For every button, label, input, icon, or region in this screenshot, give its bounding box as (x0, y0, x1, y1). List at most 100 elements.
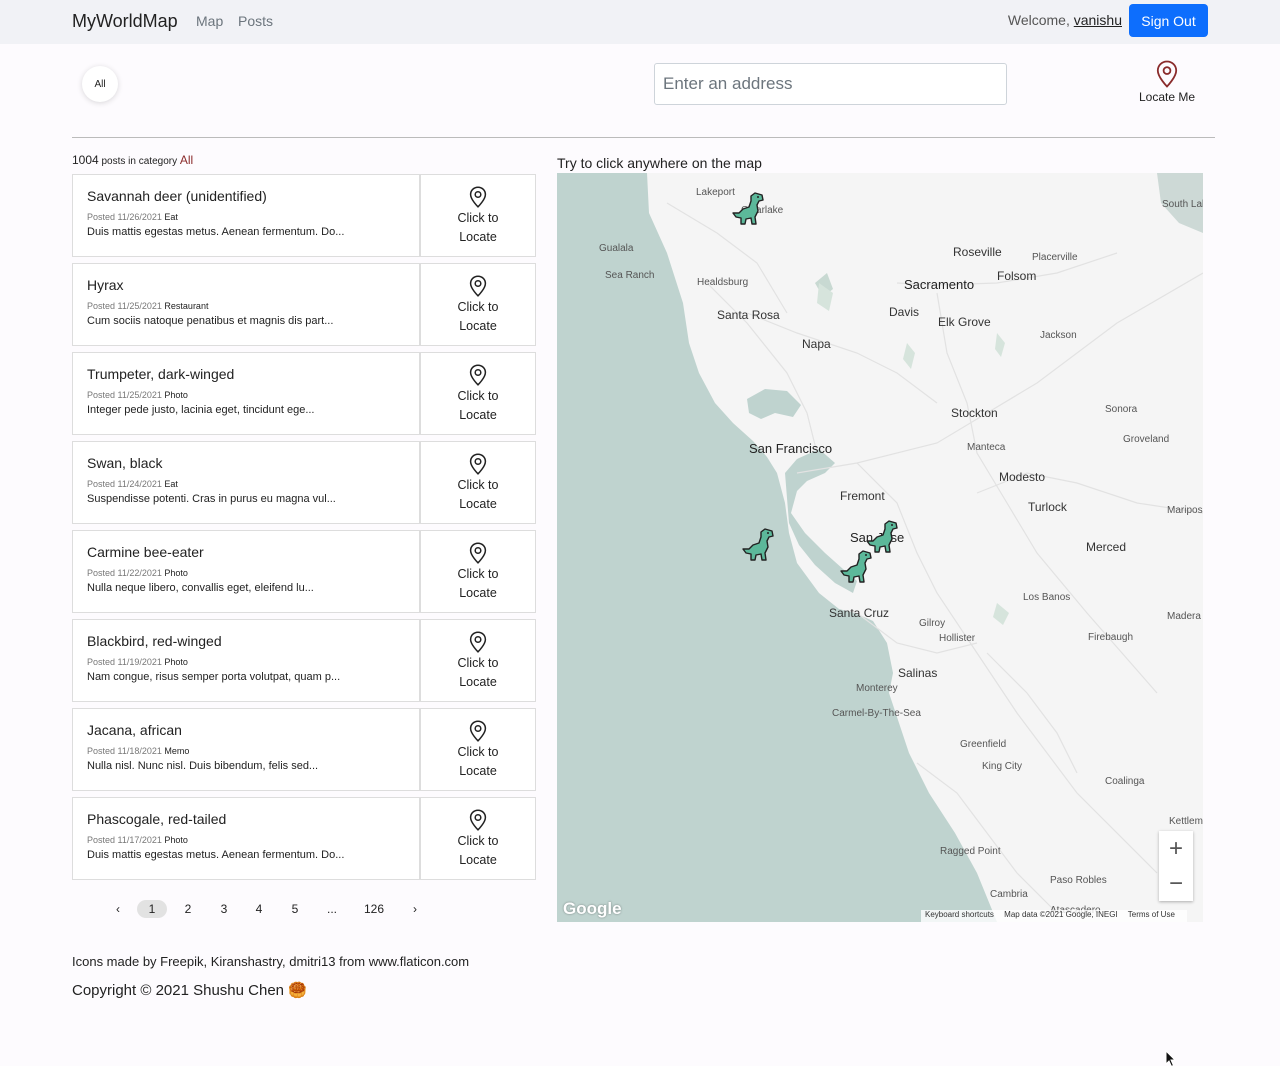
map-attribution: Keyboard shortcuts Map data ©2021 Google… (921, 910, 1187, 922)
terms-of-use-link[interactable]: Terms of Use (1128, 910, 1175, 919)
map-label: Healdsburg (697, 277, 749, 288)
post-description: Nulla nisl. Nunc nisl. Duis bibendum, fe… (87, 760, 319, 772)
map-pin-icon (469, 364, 487, 386)
click-to-locate-button[interactable]: Click to Locate (420, 530, 536, 613)
post-category: Photo (164, 835, 188, 845)
post-date: Posted 11/25/2021 (87, 390, 162, 400)
map-label: Coalinga (1105, 776, 1145, 787)
post-description: Suspendisse potenti. Cras in purus eu ma… (87, 493, 336, 505)
locate-label-line1: Click to (457, 300, 499, 314)
post-card[interactable]: Trumpeter, dark-winged Posted 11/25/2021 … (72, 352, 536, 435)
post-title: Savannah deer (unidentified) (87, 188, 267, 204)
map-label: Mariposa (1167, 505, 1203, 516)
map-label: Monterey (856, 683, 898, 694)
divider (72, 137, 1215, 138)
post-card[interactable]: Phascogale, red-tailed Posted 11/17/2021 … (72, 797, 536, 880)
post-title: Blackbird, red-winged (87, 633, 222, 649)
dinosaur-marker-icon[interactable] (839, 549, 875, 585)
post-card[interactable]: Swan, black Posted 11/24/2021 Eat Suspendi… (72, 441, 536, 524)
pagination-page-5[interactable]: 5 (287, 900, 303, 918)
pagination-prev[interactable]: ‹ (110, 900, 126, 918)
pagination-page-3[interactable]: 3 (216, 900, 232, 918)
map-label: Gualala (599, 243, 634, 254)
post-category: Photo (164, 568, 188, 578)
post-date: Posted 11/22/2021 (87, 568, 162, 578)
post-card[interactable]: Savannah deer (unidentified) Posted 11/26… (72, 174, 536, 257)
post-body[interactable]: Swan, black Posted 11/24/2021 Eat Suspendi… (72, 441, 420, 524)
zoom-out-button[interactable]: − (1159, 866, 1193, 901)
map-label: Salinas (898, 666, 938, 680)
map-label: Turlock (1028, 500, 1067, 514)
locate-label-line2: Locate (459, 675, 497, 689)
locate-me-label: Locate Me (1138, 90, 1196, 104)
map-label: Santa Cruz (829, 606, 890, 620)
pagination-page-1[interactable]: 1 (137, 900, 167, 918)
post-card[interactable]: Blackbird, red-winged Posted 11/19/2021 P… (72, 619, 536, 702)
locate-label-line2: Locate (459, 319, 497, 333)
map-label: Santa Rosa (717, 308, 780, 322)
post-card[interactable]: Hyrax Posted 11/25/2021 Restaurant Cum soc… (72, 263, 536, 346)
map-pin-icon (469, 186, 487, 208)
sign-out-button[interactable]: Sign Out (1129, 4, 1208, 37)
post-card[interactable]: Jacana, african Posted 11/18/2021 Memo Nul… (72, 708, 536, 791)
click-to-locate-button[interactable]: Click to Locate (420, 708, 536, 791)
map-pin-icon (1156, 60, 1178, 88)
locate-label-line1: Click to (457, 478, 499, 492)
dinosaur-marker-icon[interactable] (741, 527, 777, 563)
map-label: Hollister (939, 633, 976, 644)
locate-label-line2: Locate (459, 853, 497, 867)
zoom-in-button[interactable]: + (1159, 831, 1193, 866)
click-to-locate-button[interactable]: Click to Locate (420, 797, 536, 880)
post-body[interactable]: Carmine bee-eater Posted 11/22/2021 Photo… (72, 530, 420, 613)
click-to-locate-button[interactable]: Click to Locate (420, 441, 536, 524)
map-label: Sea Ranch (605, 270, 655, 281)
brand-logo[interactable]: MyWorldMap (72, 11, 178, 32)
map-label: Napa (802, 337, 831, 351)
pagination-page-126[interactable]: 126 (362, 900, 386, 918)
copyright: Copyright © 2021 Shushu Chen 🥮 (72, 982, 307, 999)
post-body[interactable]: Jacana, african Posted 11/18/2021 Memo Nul… (72, 708, 420, 791)
post-body[interactable]: Phascogale, red-tailed Posted 11/17/2021 … (72, 797, 420, 880)
locate-me-button[interactable]: Locate Me (1130, 60, 1204, 104)
pagination-ellipsis: ... (326, 902, 337, 916)
locate-label-line1: Click to (457, 656, 499, 670)
map-label: Sonora (1105, 404, 1138, 415)
post-category: Eat (164, 212, 178, 222)
keyboard-shortcuts-link[interactable]: Keyboard shortcuts (925, 910, 994, 919)
address-search-input[interactable] (654, 63, 1007, 105)
map-label: Davis (889, 305, 920, 319)
username-link[interactable]: vanishu (1074, 12, 1122, 28)
category-filter-all[interactable]: All (82, 66, 118, 102)
pagination-page-4[interactable]: 4 (251, 900, 267, 918)
post-body[interactable]: Blackbird, red-winged Posted 11/19/2021 P… (72, 619, 420, 702)
dinosaur-marker-icon[interactable] (731, 191, 767, 227)
click-to-locate-button[interactable]: Click to Locate (420, 619, 536, 702)
locate-label-line1: Click to (457, 389, 499, 403)
locate-label-line2: Locate (459, 586, 497, 600)
pagination-next[interactable]: › (407, 900, 423, 918)
post-body[interactable]: Savannah deer (unidentified) Posted 11/26… (72, 174, 420, 257)
post-card[interactable]: Carmine bee-eater Posted 11/22/2021 Photo… (72, 530, 536, 613)
post-category: Restaurant (164, 301, 209, 311)
posts-count-number: 1004 (72, 153, 99, 167)
post-category: Photo (164, 390, 188, 400)
post-title: Trumpeter, dark-winged (87, 366, 235, 382)
map-label: Groveland (1123, 434, 1170, 445)
locate-label-line1: Click to (457, 834, 499, 848)
post-body[interactable]: Trumpeter, dark-winged Posted 11/25/2021 … (72, 352, 420, 435)
google-logo[interactable]: Google (563, 899, 622, 919)
nav-link-map[interactable]: Map (196, 13, 223, 29)
click-to-locate-button[interactable]: Click to Locate (420, 263, 536, 346)
nav-link-posts[interactable]: Posts (238, 13, 273, 29)
map-label: Carmel-By-The-Sea (832, 708, 921, 719)
locate-label-line1: Click to (457, 567, 499, 581)
welcome-text: Welcome, vanishu (1008, 12, 1122, 28)
click-to-locate-button[interactable]: Click to Locate (420, 174, 536, 257)
google-map[interactable]: Lakeport Clearlake Gualala Sea Ranch Hea… (557, 173, 1203, 922)
pagination-page-2[interactable]: 2 (180, 900, 196, 918)
locate-label-line2: Locate (459, 764, 497, 778)
post-meta: Posted 11/18/2021 Memo (87, 746, 405, 756)
post-body[interactable]: Hyrax Posted 11/25/2021 Restaurant Cum soc… (72, 263, 420, 346)
click-to-locate-button[interactable]: Click to Locate (420, 352, 536, 435)
map-pin-icon (469, 720, 487, 742)
